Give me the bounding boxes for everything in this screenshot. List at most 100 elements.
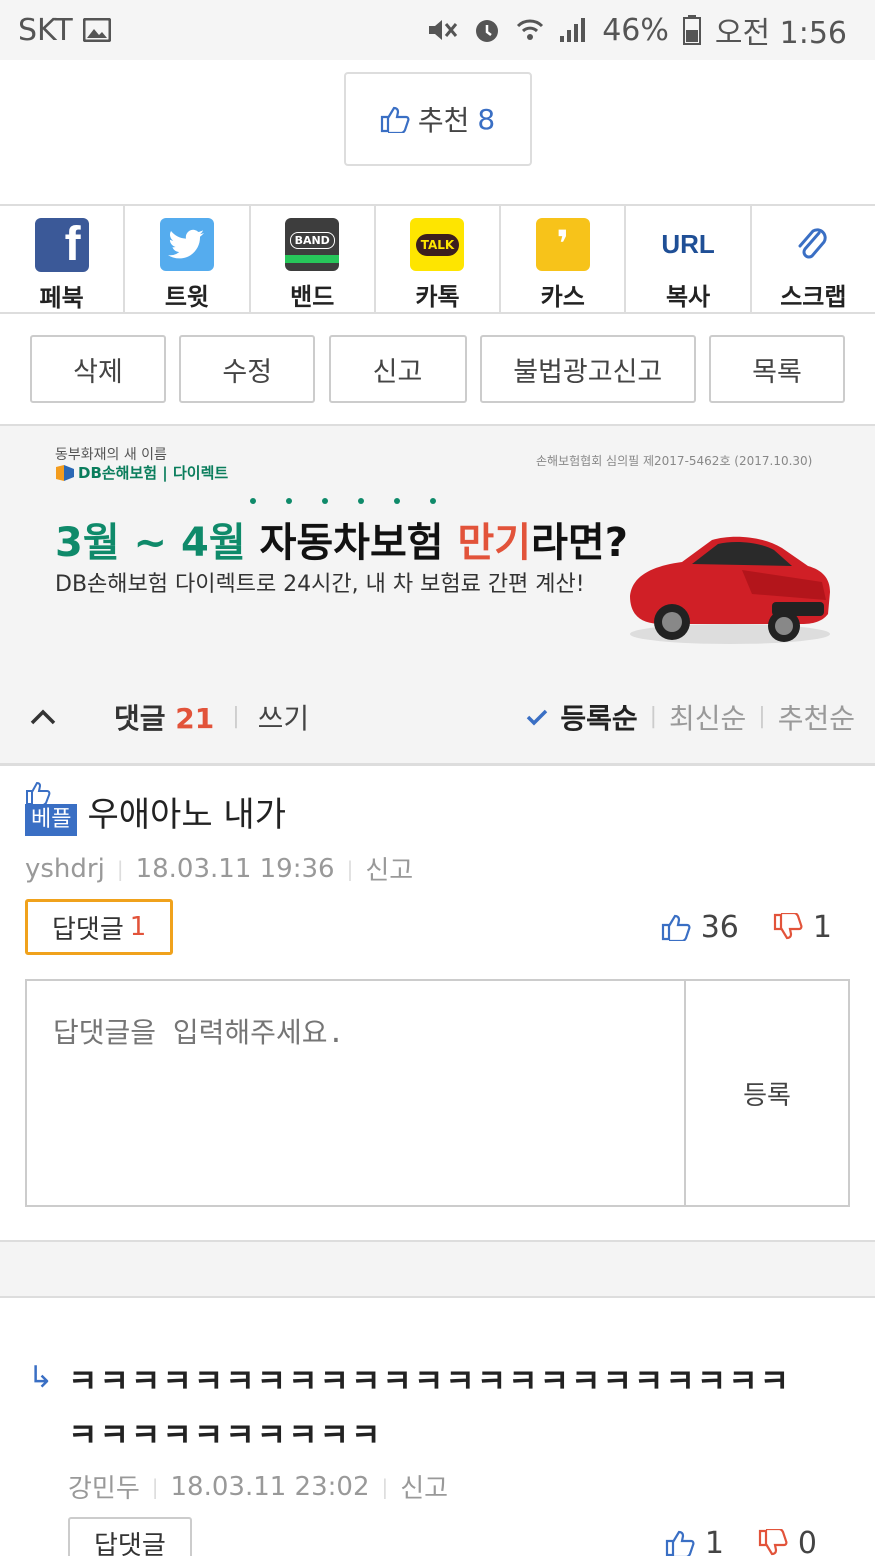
downvote-button[interactable]: 0: [758, 1526, 817, 1556]
paperclip-icon: [786, 218, 840, 271]
downvote-button[interactable]: 1: [773, 910, 832, 945]
battery-icon: [682, 15, 701, 45]
comments-count: 21: [175, 701, 215, 735]
battery-percent: 46%: [602, 12, 669, 48]
comment-text: 베플 우애아노 내가: [25, 780, 850, 836]
share-kakaotalk[interactable]: TALK 카톡: [376, 206, 502, 312]
car-image: [630, 536, 830, 644]
ad-brand-line1: 동부화재의 새 이름: [55, 447, 167, 463]
sort-recommended[interactable]: 추천순: [778, 697, 855, 737]
comment-votes: 36 1: [661, 910, 850, 945]
reply-comment-datetime: 18.03.11 23:02: [170, 1471, 370, 1502]
db-logo-icon: [56, 465, 74, 481]
band-icon: BAND: [285, 218, 340, 271]
list-button[interactable]: 목록: [709, 335, 845, 403]
twitter-icon: [159, 218, 214, 271]
reply-submit-button[interactable]: 등록: [686, 981, 848, 1205]
thumbs-up-icon: [665, 1530, 695, 1556]
band-logo-text: BAND: [289, 232, 335, 249]
comments-header: 댓글 21 | 쓰기 등록순 | 최신순 | 추천순: [0, 670, 875, 766]
recommend-button[interactable]: 추천 8: [343, 72, 532, 166]
clock: 오전 1:56: [714, 16, 847, 51]
thumbs-down-icon: [758, 1529, 788, 1556]
url-copy-icon: URL: [661, 218, 715, 271]
share-scrap-label: 스크랩: [780, 283, 847, 311]
divider: |: [232, 704, 240, 729]
reply-label: 답댓글: [52, 914, 124, 945]
alarm-icon: [476, 20, 499, 42]
edit-button[interactable]: 수정: [179, 335, 316, 403]
reply-comment-votes: 1 0: [665, 1526, 835, 1556]
reply-comment-author[interactable]: 강민두: [68, 1468, 140, 1505]
comment-meta: yshdrj | 18.03.11 19:36 | 신고: [25, 850, 850, 887]
ad-dots: [250, 498, 436, 504]
reply-comment: ↳ ㅋㅋㅋㅋㅋㅋㅋㅋㅋㅋㅋㅋㅋㅋㅋㅋㅋㅋㅋㅋㅋㅋㅋ ㅋㅋㅋㅋㅋㅋㅋㅋㅋㅋ 강민두…: [0, 1298, 875, 1556]
reply-form: 등록: [25, 979, 850, 1207]
url-logo-text: URL: [661, 229, 715, 259]
comment-actions: 답댓글 1 36 1: [25, 899, 850, 955]
reply-input[interactable]: [27, 981, 686, 1205]
downvote-count: 0: [797, 1525, 817, 1556]
best-label: 베플: [25, 804, 78, 836]
reply-comment-text: ㅋㅋㅋㅋㅋㅋㅋㅋㅋㅋㅋㅋㅋㅋㅋㅋㅋㅋㅋㅋㅋㅋㅋ ㅋㅋㅋㅋㅋㅋㅋㅋㅋㅋ: [28, 1354, 835, 1462]
recommend-count: 8: [477, 102, 496, 136]
ad-subtext: DB손해보험 다이렉트로 24시간, 내 차 보험료 간편 계산!: [55, 572, 585, 597]
carrier-label: SKT: [18, 12, 73, 48]
write-comment-link[interactable]: 쓰기: [258, 697, 310, 737]
share-scrap[interactable]: 스크랩: [752, 206, 875, 312]
upvote-button[interactable]: 1: [665, 1526, 724, 1556]
collapse-chevron-up-icon[interactable]: [30, 708, 56, 726]
sort-registered[interactable]: 등록순: [560, 697, 637, 737]
share-kakaotalk-label: 카톡: [415, 283, 460, 311]
ad-banner[interactable]: 동부화재의 새 이름 DB손해보험 | 다이렉트 손해보험협회 심의필 제201…: [0, 426, 875, 670]
reply-button[interactable]: 답댓글: [68, 1517, 192, 1556]
reply-text-line2: ㅋㅋㅋㅋㅋㅋㅋㅋㅋㅋ: [68, 1416, 383, 1454]
share-url-copy-label: 복사: [665, 283, 711, 311]
illegal-ad-report-button[interactable]: 불법광고신고: [479, 335, 696, 403]
sort-latest[interactable]: 최신순: [669, 697, 746, 737]
facebook-icon: f: [34, 218, 89, 272]
share-band-label: 밴드: [290, 283, 335, 311]
upvote-count: 1: [704, 1525, 724, 1556]
status-bar: SKT 46% 오전 1:56: [0, 0, 875, 60]
post-actions: 삭제 수정 신고 불법광고신고 목록: [0, 314, 875, 426]
share-facebook-label: 페북: [39, 284, 84, 312]
wifi-icon: [517, 19, 544, 40]
reply-count: 1: [129, 912, 147, 942]
mute-icon: [429, 20, 458, 40]
reply-arrow-icon: ↳: [28, 1360, 54, 1395]
upvote-count: 36: [700, 909, 739, 945]
downvote-count: 1: [812, 909, 832, 945]
report-button[interactable]: 신고: [328, 335, 467, 403]
talk-logo-text: TALK: [415, 233, 460, 256]
comments-title-label: 댓글: [114, 701, 166, 735]
reply-comment-actions: 답댓글 1 0: [28, 1517, 835, 1556]
check-icon: [527, 709, 548, 725]
gallery-icon: [82, 18, 111, 42]
ad-headline-product: 자동차보험: [245, 520, 458, 566]
share-band[interactable]: BAND 밴드: [251, 206, 376, 312]
section-gap: [0, 1242, 875, 1298]
upvote-button[interactable]: 36: [661, 910, 739, 945]
share-twitter[interactable]: 트윗: [125, 206, 251, 312]
kakaotalk-icon: TALK: [410, 218, 465, 271]
share-facebook[interactable]: f 페북: [0, 206, 126, 312]
comment-author[interactable]: yshdrj: [25, 854, 105, 884]
comment-report-link[interactable]: 신고: [365, 850, 413, 887]
comment-datetime: 18.03.11 19:36: [135, 853, 335, 884]
ad-brand-line2: DB손해보험 | 다이렉트: [78, 464, 229, 482]
reply-button[interactable]: 답댓글 1: [25, 899, 174, 955]
delete-button[interactable]: 삭제: [30, 335, 166, 403]
ad-headline: 3월 ~ 4월 자동차보험 만기라면?: [55, 510, 628, 568]
share-url-copy[interactable]: URL 복사: [626, 206, 752, 312]
ad-headline-expiry: 만기: [457, 520, 532, 566]
kakaostory-icon: ❜: [535, 218, 590, 271]
thumbs-up-icon: [380, 106, 410, 133]
share-kakaostory[interactable]: ❜ 카스: [501, 206, 627, 312]
reply-text-line1: ㅋㅋㅋㅋㅋㅋㅋㅋㅋㅋㅋㅋㅋㅋㅋㅋㅋㅋㅋㅋㅋㅋㅋ: [68, 1362, 792, 1400]
share-bar: f 페북 트윗 BAND 밴드 TALK 카톡 ❜ 카스 URL 복사 스크랩: [0, 204, 875, 314]
thumbs-up-icon: [26, 781, 51, 806]
best-badge: 베플: [25, 780, 78, 836]
reply-comment-report-link[interactable]: 신고: [400, 1468, 448, 1505]
comment-body: 우애아노 내가: [87, 795, 286, 835]
